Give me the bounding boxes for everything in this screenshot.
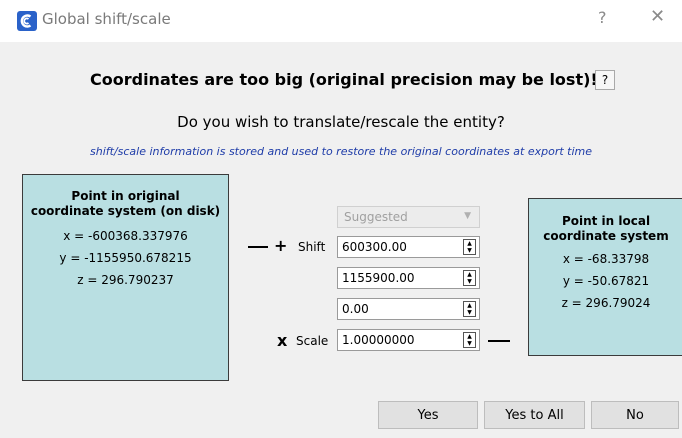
shift-x-input[interactable]: 600300.00 ▲ ▼ — [337, 236, 480, 258]
spin-up-icon[interactable]: ▲ — [464, 302, 475, 309]
shift-z-input[interactable]: 0.00 ▲ ▼ — [337, 298, 480, 320]
local-y: y = -50.67821 — [562, 274, 650, 288]
info-note: shift/scale information is stored and us… — [90, 145, 592, 158]
yes-to-all-button[interactable]: Yes to All — [484, 401, 585, 429]
cloudcompare-app-icon — [17, 11, 37, 31]
dropdown-arrow-icon: ▼ — [464, 211, 471, 221]
preset-select[interactable]: Suggested ▼ — [337, 206, 480, 228]
spin-down-icon[interactable]: ▼ — [464, 247, 475, 254]
local-point-panel: Point in local coordinate system x = -68… — [528, 198, 682, 356]
spin-down-icon[interactable]: ▼ — [464, 278, 475, 285]
yes-button[interactable]: Yes — [378, 401, 478, 429]
shift-dash-left — [248, 246, 268, 248]
scale-x-symbol: x — [277, 331, 288, 350]
spin-down-icon[interactable]: ▼ — [464, 309, 475, 316]
spin-up-icon[interactable]: ▲ — [464, 333, 475, 340]
no-button[interactable]: No — [591, 401, 679, 429]
original-y: y = -1155950.678215 — [59, 251, 192, 265]
scale-label: Scale — [296, 334, 329, 348]
title-bar: Global shift/scale ? ✕ — [0, 0, 682, 42]
headline-help-button[interactable]: ? — [595, 70, 615, 90]
original-z: z = 296.790237 — [77, 273, 174, 287]
local-panel-title: Point in local coordinate system — [543, 214, 669, 243]
spin-down-icon[interactable]: ▼ — [464, 340, 475, 347]
warning-headline: Coordinates are too big (original precis… — [90, 70, 598, 89]
close-icon[interactable]: ✕ — [650, 6, 665, 27]
original-point-panel: Point in original coordinate system (on … — [22, 174, 229, 381]
local-x: x = -68.33798 — [562, 252, 650, 266]
help-icon[interactable]: ? — [598, 8, 607, 27]
original-x: x = -600368.337976 — [63, 229, 188, 243]
shift-label: Shift — [298, 240, 326, 254]
question-text: Do you wish to translate/rescale the ent… — [177, 113, 505, 131]
shift-y-input[interactable]: 1155900.00 ▲ ▼ — [337, 267, 480, 289]
spin-up-icon[interactable]: ▲ — [464, 240, 475, 247]
scale-dash-right — [488, 340, 510, 342]
scale-input[interactable]: 1.00000000 ▲ ▼ — [337, 329, 480, 351]
spin-up-icon[interactable]: ▲ — [464, 271, 475, 278]
local-z: z = 296.79024 — [561, 296, 651, 310]
window-title: Global shift/scale — [42, 10, 171, 28]
shift-plus-symbol: + — [274, 236, 288, 255]
original-panel-title: Point in original coordinate system (on … — [30, 189, 221, 218]
